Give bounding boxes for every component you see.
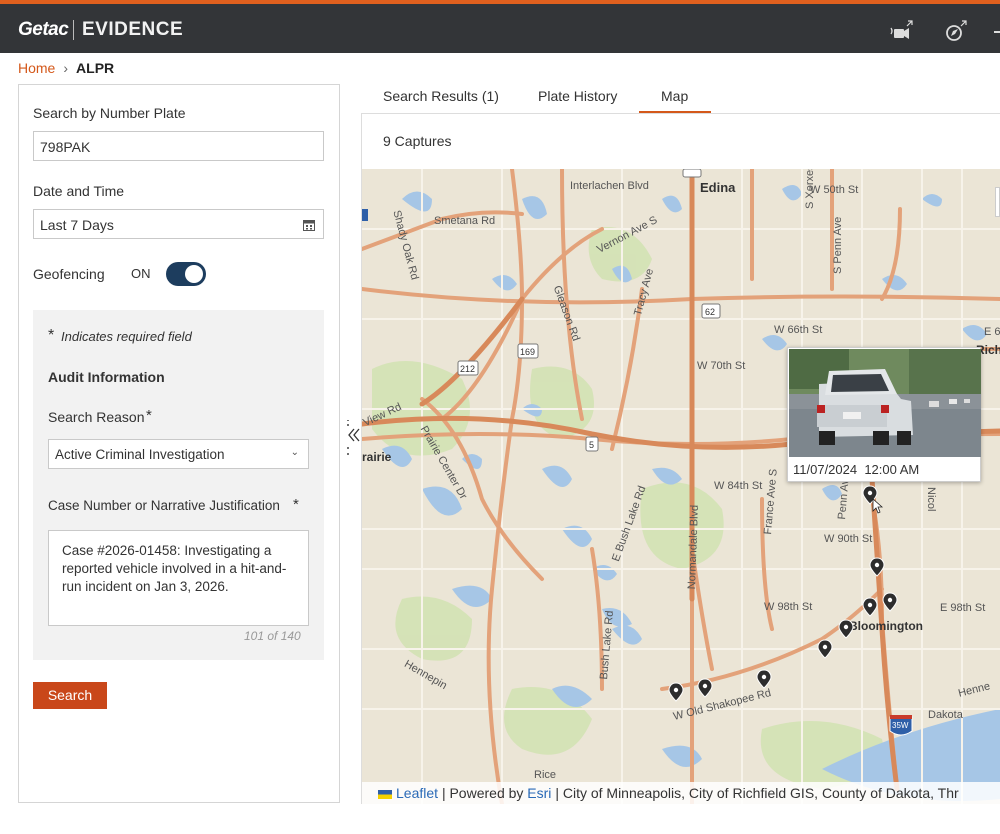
menu-overflow-icon[interactable] — [994, 18, 1000, 44]
date-range-value: Last 7 Days — [40, 217, 114, 233]
plate-input-value: 798PAK — [40, 139, 91, 155]
required-asterisk: * — [48, 327, 55, 344]
justification-required-asterisk: * — [293, 496, 299, 513]
capture-photo[interactable] — [789, 349, 981, 457]
attribution-sources: City of Minneapolis, City of Richfield G… — [562, 785, 959, 801]
logo-divider — [73, 20, 74, 40]
geofencing-toggle[interactable] — [166, 262, 206, 286]
map-zoom-control[interactable] — [995, 187, 1000, 217]
breadcrumb-home-link[interactable]: Home — [18, 60, 55, 76]
capture-marker-9[interactable] — [668, 682, 684, 702]
compass-external-icon[interactable] — [942, 18, 968, 44]
capture-marker-5[interactable] — [838, 619, 854, 639]
audit-heading: Audit Information — [48, 369, 165, 385]
plate-label: Search by Number Plate — [33, 105, 186, 121]
brand-logo[interactable]: Getac — [18, 19, 69, 41]
char-counter: 101 of 140 — [244, 629, 301, 643]
product-name: EVIDENCE — [82, 19, 184, 40]
capture-marker-3[interactable] — [882, 592, 898, 612]
calendar-icon[interactable] — [303, 218, 315, 234]
justification-label: Case Number or Narrative Justification — [48, 498, 280, 513]
capture-markers — [668, 485, 898, 702]
breadcrumb-current: ALPR — [76, 60, 115, 76]
justification-value: Case #2026-01458: Investigating a report… — [62, 543, 287, 594]
reason-select-value: Active Criminal Investigation — [55, 447, 225, 462]
camera-external-icon[interactable] — [888, 18, 914, 44]
capture-marker-7[interactable] — [756, 669, 772, 689]
mouse-cursor-icon — [872, 498, 884, 514]
capture-popup[interactable]: 11/07/2024 12:00 AM — [787, 347, 981, 482]
capture-marker-6[interactable] — [817, 639, 833, 659]
app-header: Getac EVIDENCE — [0, 4, 1000, 53]
plate-input[interactable]: 798PAK — [33, 131, 324, 161]
map-attribution: Leaflet | Powered by Esri | City of Minn… — [362, 782, 1000, 804]
attribution-powered-by: Powered by — [449, 785, 524, 801]
justification-textarea[interactable]: Case #2026-01458: Investigating a report… — [48, 530, 309, 626]
tab-active-indicator — [639, 111, 711, 113]
esri-link[interactable]: Esri — [527, 785, 551, 801]
capture-marker-8[interactable] — [697, 678, 713, 698]
chevron-right-icon: › — [63, 60, 69, 76]
collapse-panel-handle[interactable] — [340, 419, 360, 460]
reason-required-asterisk: * — [146, 407, 152, 424]
capture-marker-2[interactable] — [869, 557, 885, 577]
capture-marker-4[interactable] — [862, 597, 878, 617]
reason-select[interactable]: Active Criminal Investigation ⌄ — [48, 439, 309, 469]
chevron-down-icon: ⌄ — [290, 447, 299, 458]
map-view[interactable]: Interlachen Blvd Edina W 50th St Smetana… — [362, 169, 1000, 804]
capture-timestamp: 11/07/2024 12:00 AM — [793, 462, 920, 477]
tab-map[interactable]: Map — [661, 88, 688, 104]
toggle-knob — [185, 265, 203, 283]
date-label: Date and Time — [33, 183, 125, 199]
attribution-separator-2: | — [555, 785, 563, 801]
captures-count: 9 Captures — [383, 133, 452, 149]
geofencing-label: Geofencing — [33, 266, 105, 282]
breadcrumb: Home › ALPR — [18, 60, 114, 76]
leaflet-link[interactable]: Leaflet — [396, 785, 438, 801]
search-button[interactable]: Search — [33, 682, 107, 709]
reason-label: Search Reason — [48, 409, 145, 425]
date-range-input[interactable]: Last 7 Days — [33, 209, 324, 239]
tab-search-results[interactable]: Search Results (1) — [383, 88, 499, 104]
tab-plate-history[interactable]: Plate History — [538, 88, 617, 104]
required-note: Indicates required field — [61, 329, 192, 344]
geofencing-state: ON — [131, 266, 151, 281]
flag-icon — [378, 789, 392, 799]
